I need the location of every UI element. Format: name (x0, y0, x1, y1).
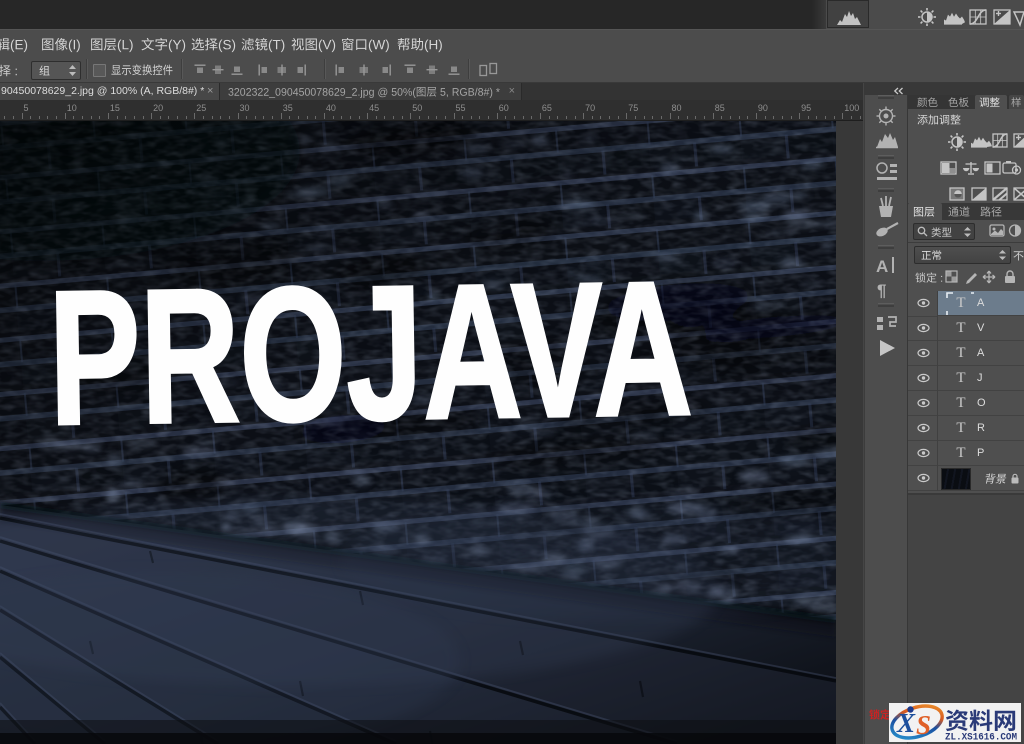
svg-text:¶: ¶ (877, 281, 886, 300)
svg-text:X: X (896, 708, 916, 738)
svg-text:A: A (876, 257, 888, 276)
svg-text:S: S (916, 710, 931, 740)
svg-text:ZL.XS1616.COM: ZL.XS1616.COM (945, 733, 1017, 743)
svg-text:PROJAVA: PROJAVA (47, 242, 693, 465)
